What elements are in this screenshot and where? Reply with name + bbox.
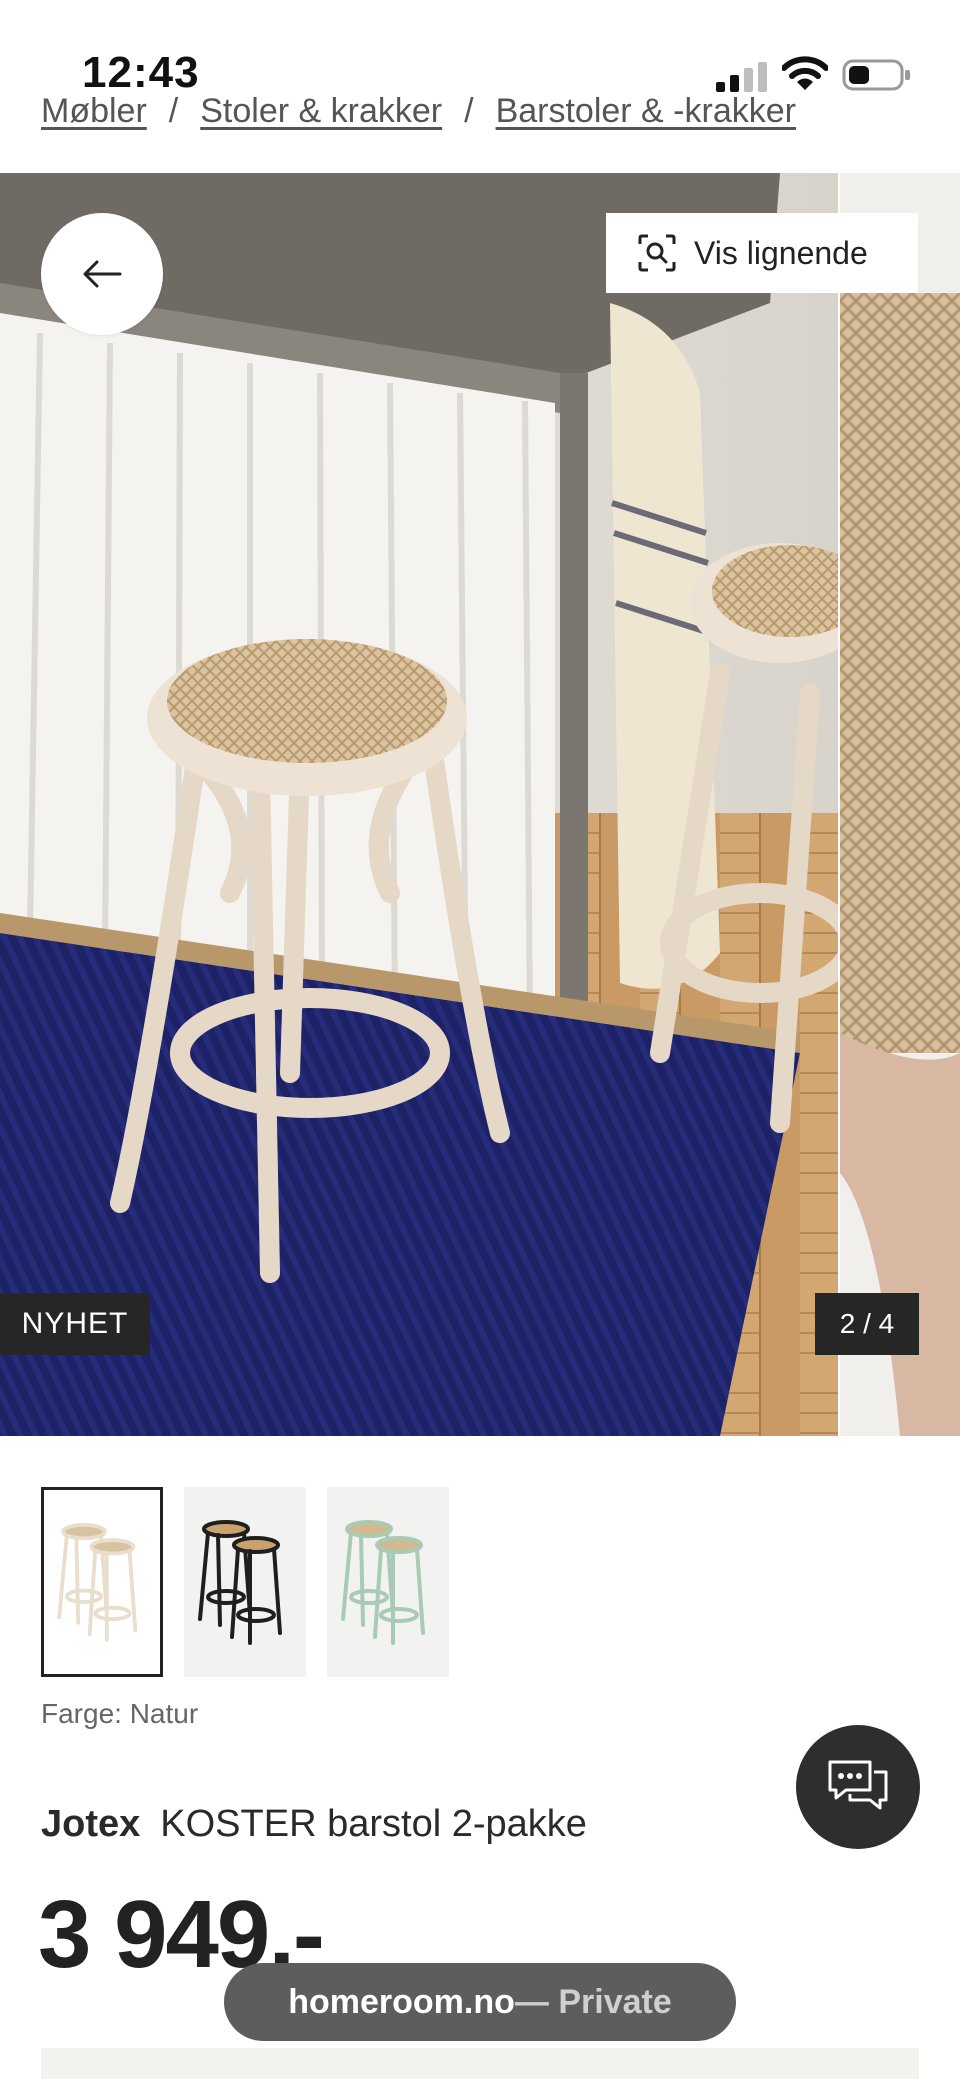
breadcrumb-link-mobler[interactable]: Møbler: [41, 92, 147, 131]
visual-search-icon: [638, 234, 676, 272]
thumbnail-stools-natur: [57, 1523, 138, 1642]
color-thumbnail-green[interactable]: [327, 1487, 449, 1677]
image-counter: 2 / 4: [815, 1293, 919, 1355]
arrow-left-icon: [83, 260, 122, 288]
browser-private-label: — Private: [514, 1982, 672, 2021]
battery-icon: [842, 59, 910, 91]
chat-button[interactable]: [796, 1725, 920, 1849]
breadcrumb-link-stoler-krakker[interactable]: Stoler & krakker: [200, 92, 442, 131]
breadcrumb-separator: /: [464, 91, 474, 130]
breadcrumb-separator: /: [168, 91, 179, 130]
show-similar-label: Vis lignende: [694, 234, 868, 271]
product-name: KOSTER barstol 2-pakke: [160, 1803, 587, 1845]
color-thumbnail-black[interactable]: [184, 1487, 306, 1677]
color-label: Farge: Natur: [41, 1698, 199, 1729]
product-image-barstool-scene: [0, 173, 838, 1436]
browser-url-bar[interactable]: homeroom.no — Private: [224, 1963, 736, 2041]
product-title: Jotex KOSTER barstol 2-pakke: [41, 1803, 587, 1846]
new-badge: NYHET: [0, 1293, 150, 1355]
thumbnail-stools-green: [341, 1520, 425, 1645]
color-thumbnail-natur[interactable]: [41, 1487, 163, 1677]
product-image-gallery[interactable]: [0, 173, 960, 1436]
back-button[interactable]: [41, 213, 163, 335]
show-similar-button[interactable]: Vis lignende: [606, 213, 918, 293]
product-image-next-peek: [840, 173, 960, 1436]
product-brand[interactable]: Jotex: [41, 1803, 140, 1845]
chat-bubbles-icon: [828, 1760, 888, 1810]
breadcrumb-link-barstoler[interactable]: Barstoler & -krakker: [496, 92, 796, 131]
thumbnail-stools-black: [198, 1520, 282, 1645]
bottom-section-edge: [41, 2048, 919, 2079]
browser-domain: homeroom.no: [288, 1982, 515, 2021]
breadcrumb: Møbler / Stoler & krakker / Barstoler & …: [41, 86, 796, 136]
